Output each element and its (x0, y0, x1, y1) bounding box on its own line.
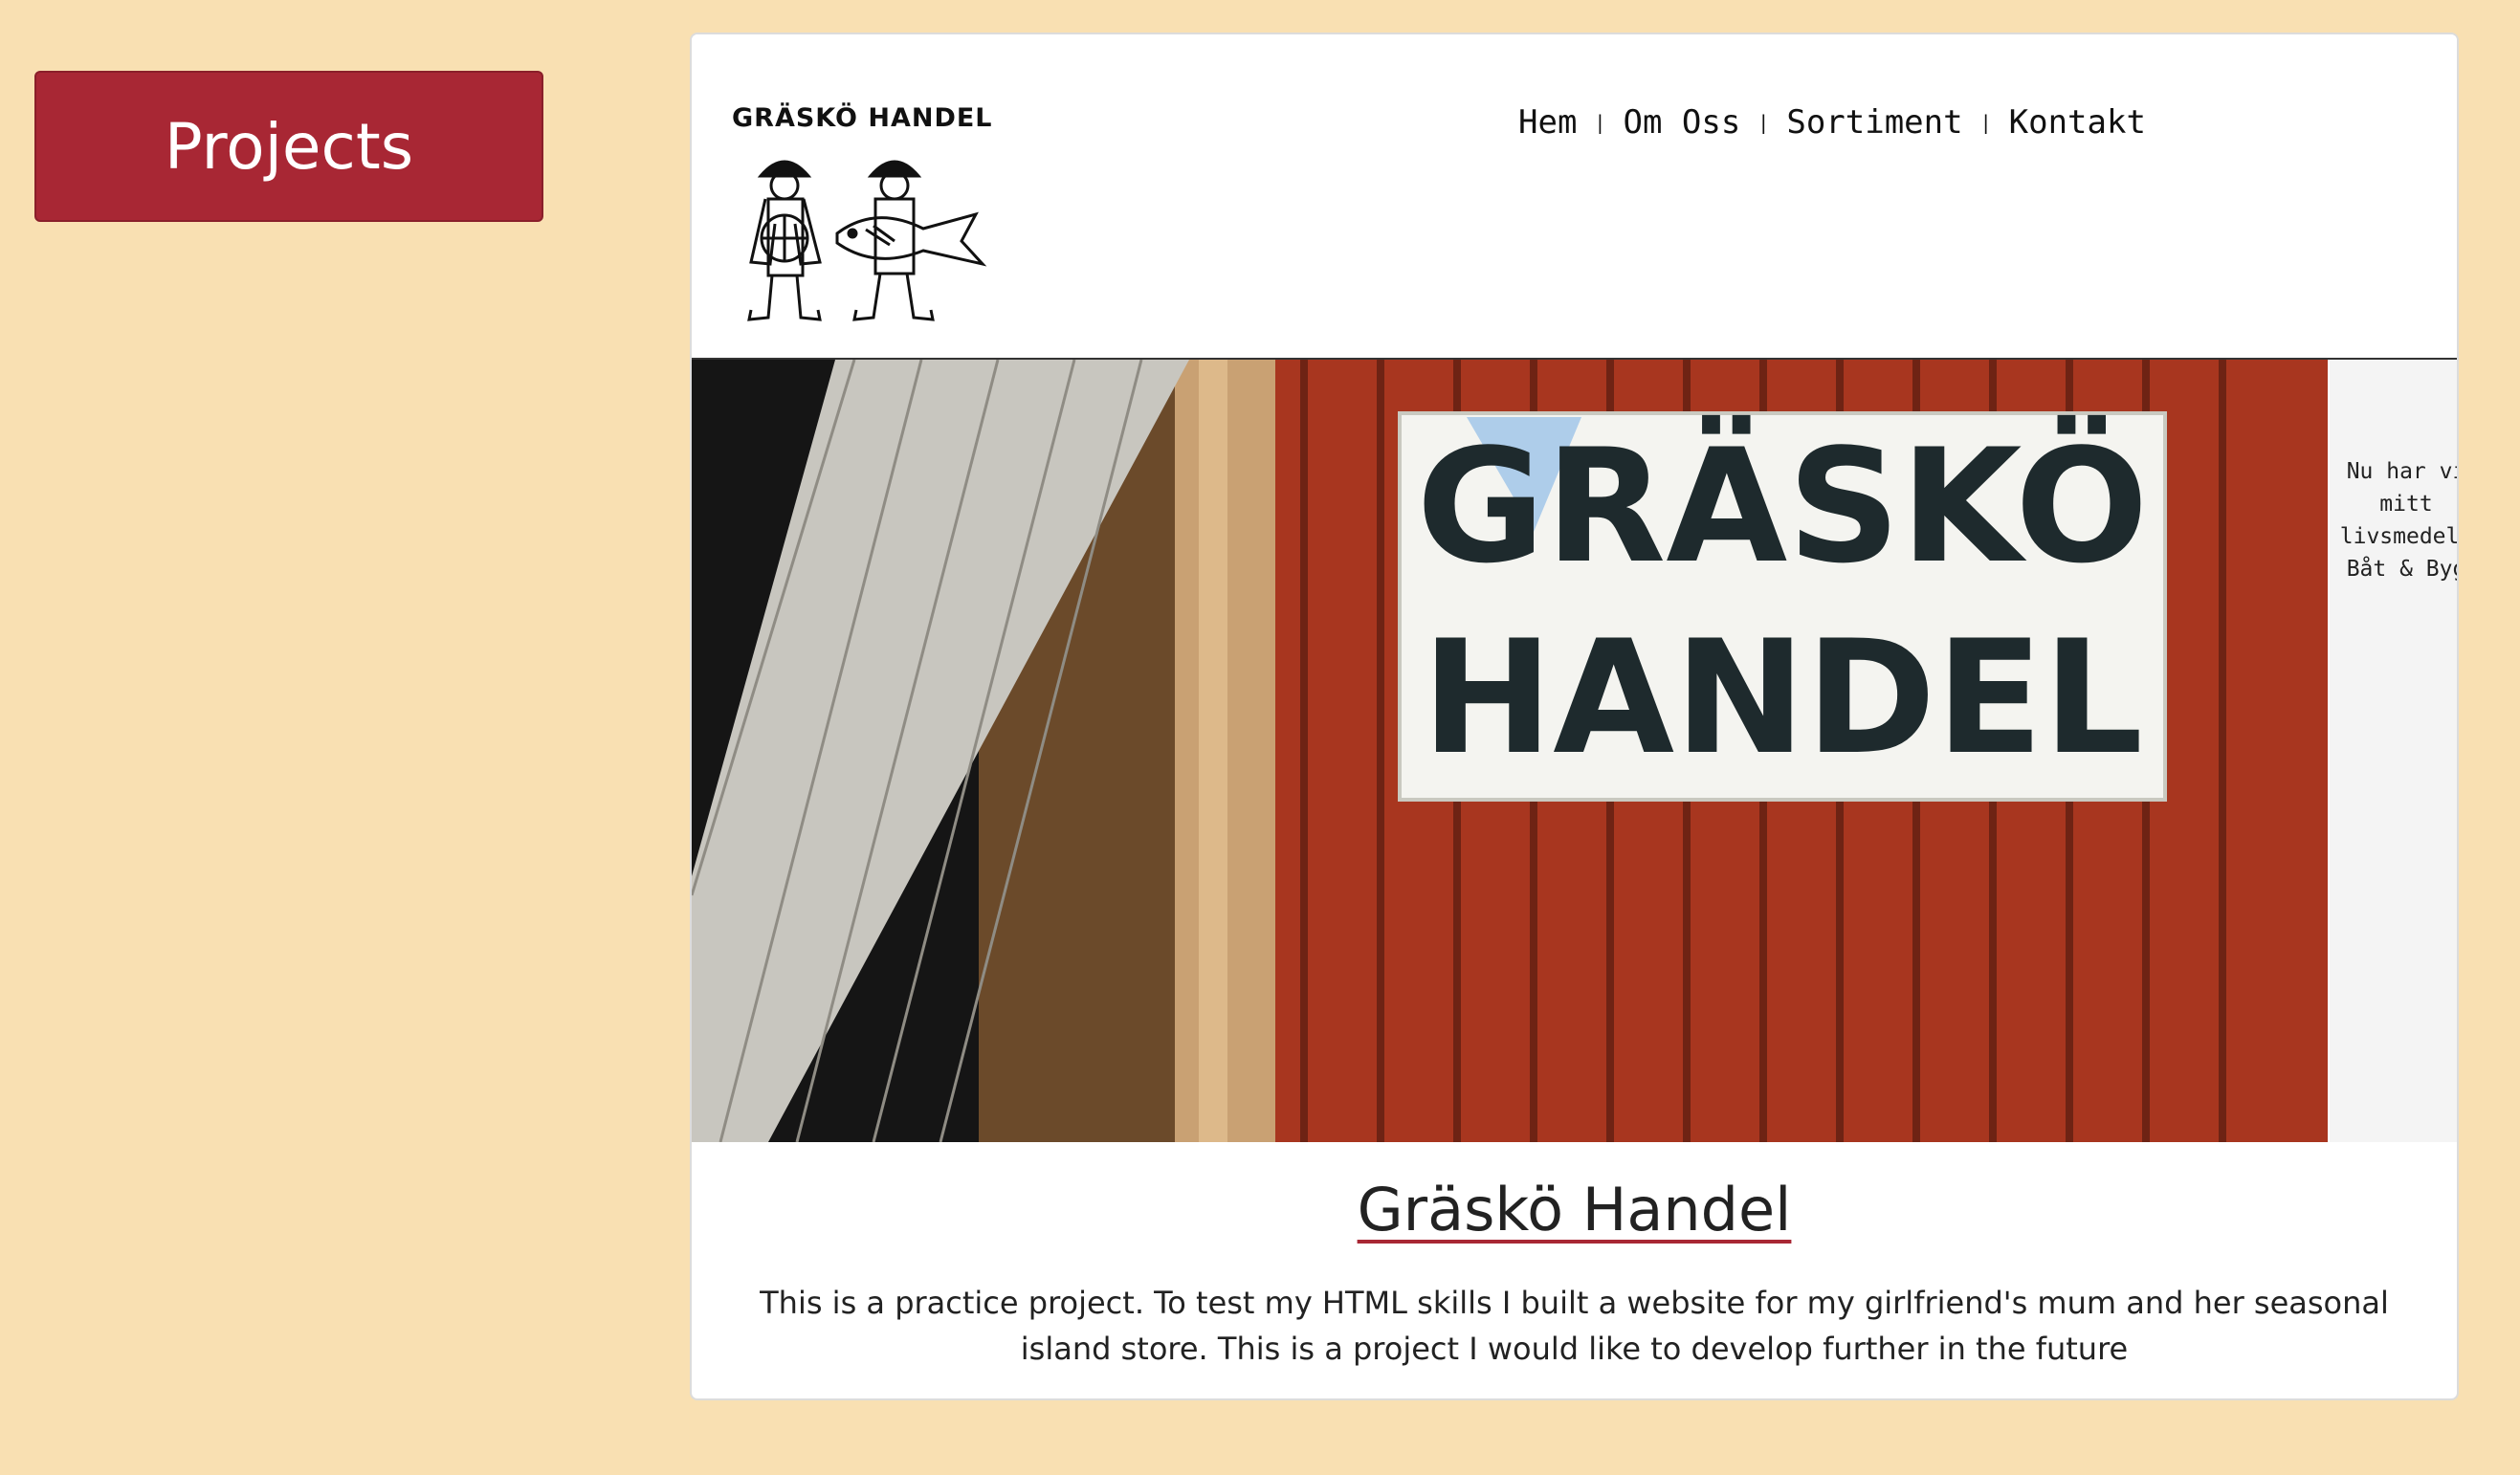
hero-image: GRÄSKÖ HANDEL (692, 360, 2328, 1142)
nav-link-om-oss[interactable]: Om Oss (1623, 103, 1740, 142)
nav-separator: | (1979, 111, 1992, 134)
site-nav: Hem | Om Oss | Sortiment | Kontakt (1518, 103, 2146, 142)
nav-separator: | (1757, 111, 1770, 134)
sign-text-line1: GRÄSKÖ (1416, 414, 2148, 598)
nav-link-sortiment[interactable]: Sortiment (1786, 103, 1962, 142)
project-description: This is a practice project. To test my H… (760, 1285, 2389, 1367)
nav-link-kontakt[interactable]: Kontakt (2009, 103, 2146, 142)
site-header: GRÄSKÖ HANDEL Hem | Om Oss | Sortiment |… (692, 34, 2457, 360)
fishermen-logo-icon (747, 160, 987, 321)
nav-separator: | (1594, 111, 1606, 134)
project-title-link[interactable]: Gräskö Handel (1358, 1175, 1792, 1244)
project-title: Gräskö Handel (692, 1175, 2457, 1244)
site-logo: GRÄSKÖ HANDEL (732, 103, 993, 333)
project-card: GRÄSKÖ HANDEL Hem | Om Oss | Sortiment |… (690, 33, 2459, 1400)
nav-link-hem[interactable]: Hem (1518, 103, 1577, 142)
logo-text: GRÄSKÖ HANDEL (732, 103, 993, 133)
side-panel-text: Nu har vi mitt livsmedel, Båt & Byg (2339, 459, 2457, 582)
project-screenshot[interactable]: GRÄSKÖ HANDEL Hem | Om Oss | Sortiment |… (692, 34, 2457, 1142)
side-panel: Nu har vi mitt livsmedel, Båt & Byg (2330, 360, 2457, 1142)
projects-button[interactable]: Projects (34, 71, 543, 222)
sign-text-line2: HANDEL (1422, 606, 2143, 789)
